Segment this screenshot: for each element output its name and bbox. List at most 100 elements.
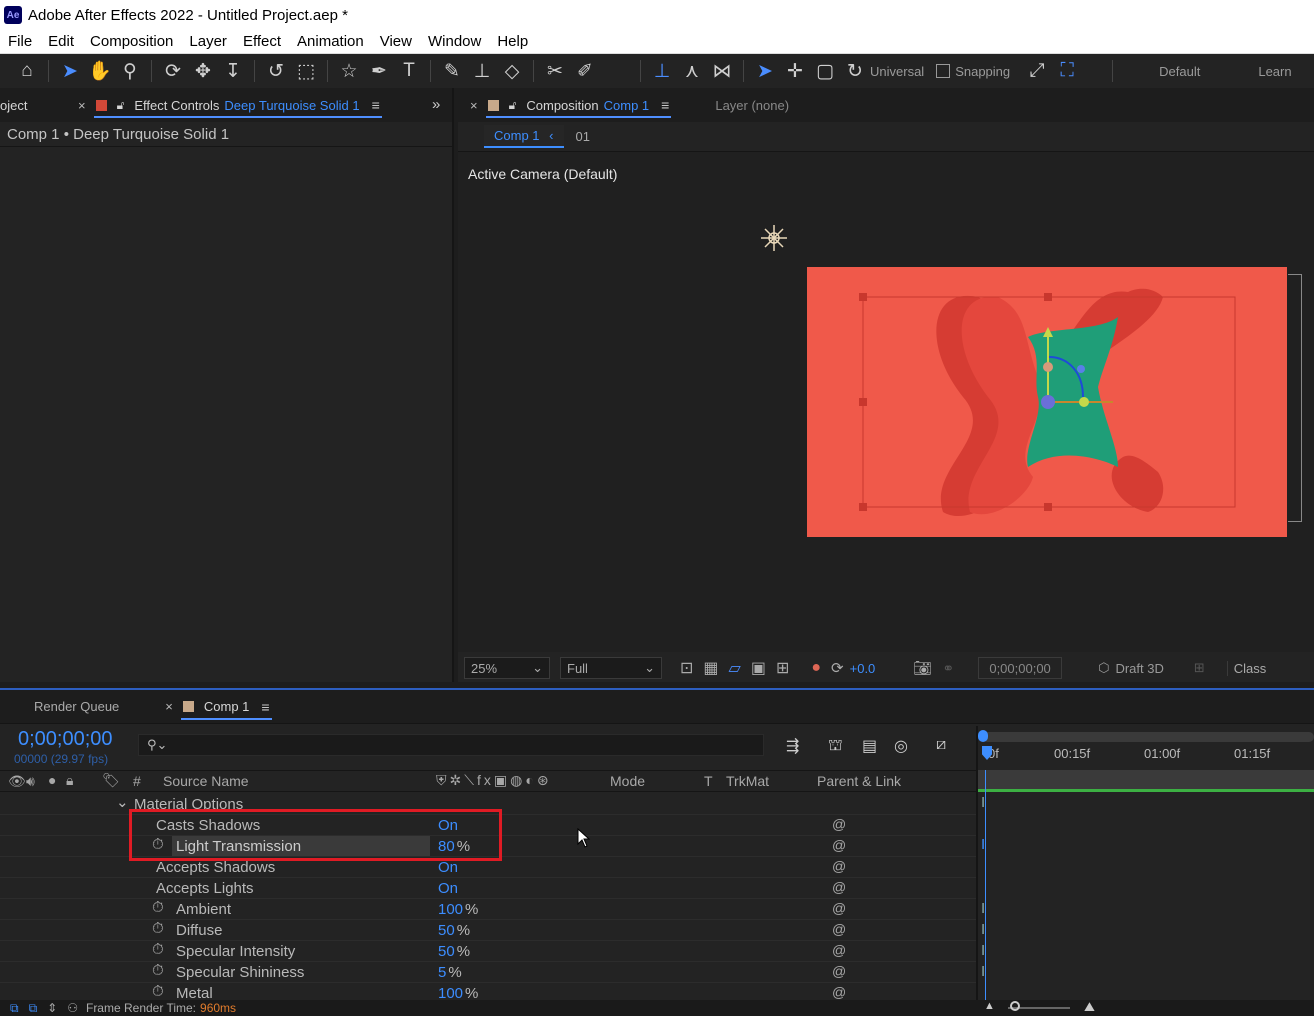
tab-project[interactable]: oject [0, 88, 70, 122]
menu-window[interactable]: Window [420, 33, 489, 50]
transparency-grid-icon[interactable]: ▦ [703, 658, 718, 678]
column-trkmat[interactable]: TrkMat [726, 773, 769, 789]
property-value[interactable]: 100% [438, 985, 478, 1000]
resolution-select[interactable]: Full ⌄ [560, 657, 662, 679]
roto-brush-icon[interactable]: ✂ [540, 56, 570, 86]
3d-view-icon[interactable]: ⊞ [1194, 660, 1205, 676]
property-value[interactable]: On [438, 859, 460, 876]
channels-icon[interactable]: ● [811, 659, 821, 677]
pick-whip-icon[interactable]: @ [832, 984, 846, 1000]
grid-guides-icon[interactable]: ⊞ [776, 658, 789, 678]
renderer-button[interactable]: ⬡ Draft 3D [1098, 660, 1164, 676]
pick-whip-icon[interactable]: @ [832, 921, 846, 937]
property-row-metal[interactable]: ⏱︎ Metal 100% @ [0, 983, 976, 1000]
pick-whip-icon[interactable]: @ [832, 816, 846, 832]
tab-layer[interactable]: Layer (none) [705, 88, 799, 122]
layer-duration-track[interactable] [978, 770, 1314, 792]
pick-whip-icon[interactable]: @ [832, 942, 846, 958]
menu-composition[interactable]: Composition [82, 33, 181, 50]
pick-whip-icon[interactable]: @ [832, 858, 846, 874]
3d-selection-icon[interactable]: ➤ [750, 56, 780, 86]
comp-subtab[interactable]: Comp 1 ‹ [484, 125, 564, 148]
label-icon[interactable]: 🏷︎ [102, 772, 120, 789]
fast-preview-icon[interactable]: ⊡ [680, 658, 693, 678]
tab-composition[interactable]: 🔓︎ Composition Comp 1 ≡ [478, 88, 680, 122]
column-parent-link[interactable]: Parent & Link [817, 773, 901, 789]
layer-switches-icon[interactable]: ⧉ [10, 1001, 19, 1016]
comp-subtab-extra[interactable]: 01 [576, 129, 590, 144]
pick-whip-icon[interactable]: @ [832, 963, 846, 979]
zoom-slider-handle[interactable] [1010, 1001, 1020, 1011]
home-icon[interactable]: ⌂ [12, 56, 42, 86]
panel-menu-icon[interactable]: ≡ [261, 699, 269, 715]
comp-viewer[interactable]: Active Camera (Default) [458, 152, 1314, 652]
property-value[interactable]: 50% [438, 943, 470, 960]
menu-help[interactable]: Help [489, 33, 536, 50]
zoom-in-icon[interactable]: ⛰ [1084, 999, 1095, 1015]
zoom-select[interactable]: 25% ⌄ [464, 657, 550, 679]
eraser-tool-icon[interactable]: ◇ [497, 56, 527, 86]
rotation-tool-icon[interactable]: ↺ [261, 56, 291, 86]
light-icon[interactable] [759, 223, 789, 253]
workspace-default[interactable]: Default [1159, 64, 1200, 79]
stopwatch-icon[interactable]: ⏱︎ [152, 920, 164, 937]
property-value[interactable]: 100% [438, 901, 478, 918]
in-out-icon[interactable]: ⇕ [47, 1001, 57, 1015]
snapping-checkbox[interactable] [936, 64, 951, 78]
panel-menu-icon[interactable]: ≡ [661, 97, 669, 113]
zoom-tool-icon[interactable]: ⚲ [115, 56, 145, 86]
property-value[interactable]: On [438, 880, 460, 897]
stopwatch-icon[interactable]: ⏱︎ [152, 899, 164, 916]
property-value[interactable]: 50% [438, 922, 470, 939]
3d-move-icon[interactable]: ✛ [780, 56, 810, 86]
menu-view[interactable]: View [372, 33, 420, 50]
tab-render-queue[interactable]: Render Queue [24, 690, 129, 724]
menu-file[interactable]: File [0, 33, 40, 50]
view-layout-select[interactable]: Class [1226, 660, 1266, 676]
draft-3d-icon[interactable]: ⛫ [828, 736, 843, 756]
type-tool-icon[interactable]: T [394, 56, 424, 86]
snapping-label[interactable]: Snapping [955, 64, 1010, 79]
clone-stamp-icon[interactable]: ⊥ [467, 56, 497, 86]
property-row-specular-intensity[interactable]: ⏱︎ Specular Intensity 50% @ [0, 941, 976, 962]
comp-canvas[interactable] [798, 257, 1314, 537]
shape-tool-icon[interactable]: ☆ [334, 56, 364, 86]
keyframe-marker[interactable]: I [981, 942, 985, 959]
property-row-specular-shininess[interactable]: ⏱︎ Specular Shininess 5% @ [0, 962, 976, 983]
property-value[interactable]: 5% [438, 964, 462, 981]
timeline-timecode[interactable]: 0;00;00;00 [18, 728, 113, 751]
property-row-ambient[interactable]: ⏱︎ Ambient 100% @ [0, 899, 976, 920]
graph-editor-icon[interactable]: ⧄ [936, 736, 946, 754]
time-ruler[interactable]: 0f 00:15f 01:00f 01:15f [978, 730, 1314, 768]
stopwatch-icon[interactable]: ⏱︎ [152, 983, 164, 1000]
brush-tool-icon[interactable]: ✎ [437, 56, 467, 86]
pick-whip-icon[interactable]: @ [832, 900, 846, 916]
view-axis-icon[interactable]: ⋈ [707, 56, 737, 86]
lock-icon[interactable]: 🔒︎ [66, 772, 73, 789]
stopwatch-icon[interactable]: ⏱︎ [152, 941, 164, 958]
zoom-out-icon[interactable]: ▲ [984, 1000, 995, 1012]
column-mode[interactable]: Mode [610, 773, 645, 789]
close-icon[interactable]: × [78, 98, 86, 113]
expand-panels-icon[interactable]: » [432, 96, 440, 113]
puppet-pin-icon[interactable]: ✐ [570, 56, 600, 86]
frame-blending-icon[interactable]: ▤ [862, 736, 877, 756]
composition-nav-icon[interactable]: ⇶ [786, 736, 799, 756]
keyframe-marker[interactable]: I [981, 921, 985, 938]
audio-icon[interactable]: 🔊︎ [26, 773, 35, 790]
orbit-camera-icon[interactable]: ⟳ [158, 56, 188, 86]
mask-visibility-icon[interactable]: ▱ [729, 658, 741, 678]
keyframe-marker[interactable]: I [981, 794, 985, 811]
menu-animation[interactable]: Animation [289, 33, 372, 50]
menu-layer[interactable]: Layer [181, 33, 235, 50]
snapshot-icon[interactable]: 📷︎ [913, 659, 932, 677]
tab-comp-1[interactable]: Comp 1 ≡ [173, 690, 280, 724]
keyframe-marker[interactable]: I [981, 900, 985, 917]
stopwatch-icon[interactable]: ⏱︎ [152, 962, 164, 979]
eye-icon[interactable]: 👁︎ [8, 773, 26, 790]
3d-rotate-icon[interactable]: ↻ [840, 56, 870, 86]
hand-tool-icon[interactable]: ✋ [85, 56, 115, 86]
pick-whip-icon[interactable]: @ [832, 837, 846, 853]
dolly-camera-icon[interactable]: ↧ [218, 56, 248, 86]
menu-effect[interactable]: Effect [235, 33, 289, 50]
